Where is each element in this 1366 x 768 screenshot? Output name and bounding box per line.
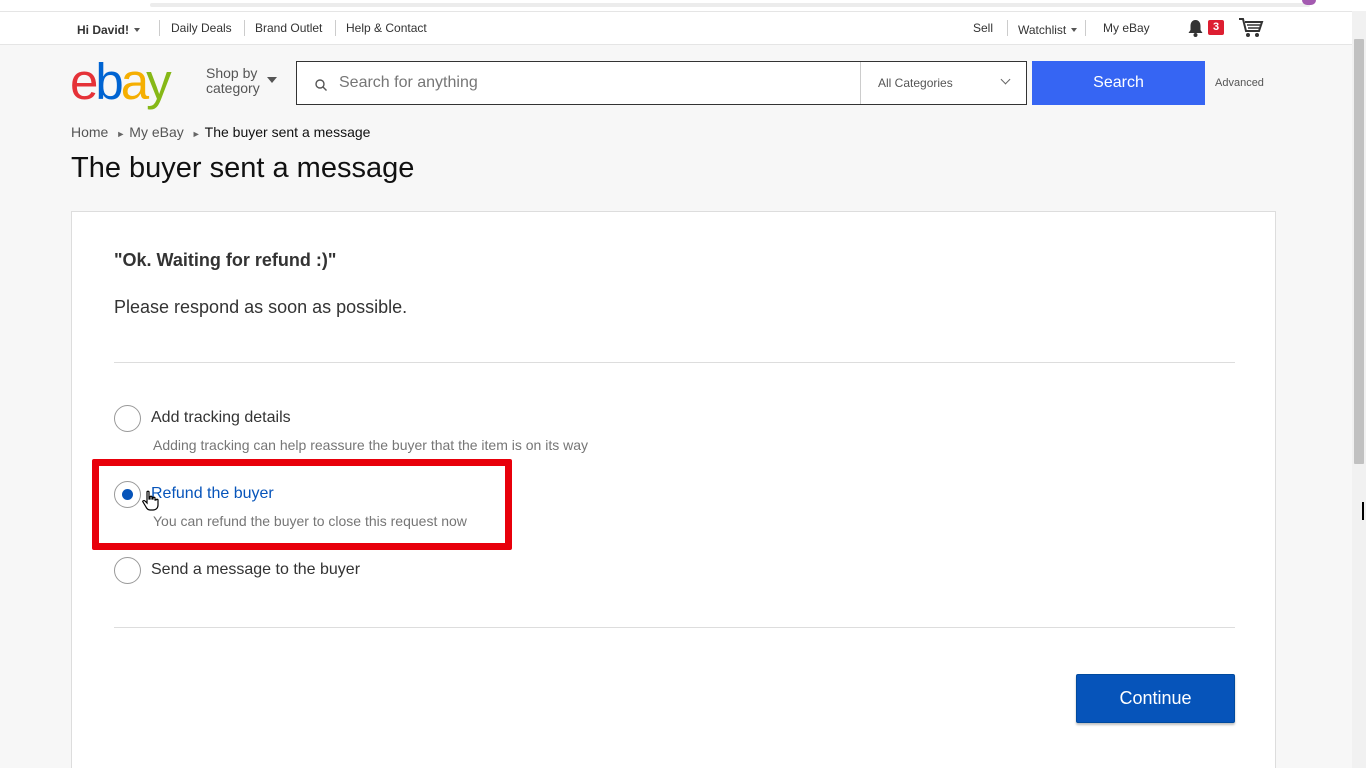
separator <box>159 20 160 36</box>
option-add-tracking[interactable]: Add tracking details Adding tracking can… <box>114 405 714 455</box>
response-card: "Ok. Waiting for refund :)" Please respo… <box>71 211 1276 768</box>
option-description: You can refund the buyer to close this r… <box>153 513 467 529</box>
radio-refund-buyer[interactable] <box>114 481 141 508</box>
my-ebay-link[interactable]: My eBay <box>1103 21 1150 35</box>
category-select-value: All Categories <box>878 76 953 90</box>
browser-address-line <box>150 3 1310 7</box>
logo-letter: b <box>95 53 123 110</box>
global-header-bar: Hi David! Daily Deals Brand Outlet Help … <box>0 11 1352 45</box>
breadcrumb-current: The buyer sent a message <box>204 124 371 140</box>
divider <box>114 627 1235 628</box>
continue-button[interactable]: Continue <box>1076 674 1235 723</box>
help-contact-link[interactable]: Help & Contact <box>346 21 427 35</box>
separator <box>244 20 245 36</box>
breadcrumb-arrow-icon: ► <box>116 129 126 139</box>
option-send-message[interactable]: Send a message to the buyer <box>114 557 714 587</box>
scrollbar-thumb[interactable] <box>1354 39 1364 464</box>
chevron-down-icon <box>1000 74 1011 85</box>
browser-top-strip <box>0 0 1366 11</box>
search-input[interactable] <box>339 62 859 104</box>
advanced-search-link[interactable]: Advanced <box>1215 77 1264 89</box>
option-label: Add tracking details <box>151 409 291 426</box>
option-description: Adding tracking can help reassure the bu… <box>153 437 589 453</box>
radio-send-message[interactable] <box>114 557 141 584</box>
separator <box>1085 20 1086 36</box>
search-bar: All Categories <box>296 61 1027 105</box>
logo-letter: a <box>120 53 149 110</box>
respond-notice: Please respond as soon as possible. <box>114 297 408 317</box>
shop-by-category-button[interactable]: Shop by category <box>206 65 277 96</box>
sell-link[interactable]: Sell <box>973 21 993 35</box>
separator <box>1007 20 1008 36</box>
option-label: Refund the buyer <box>151 485 274 502</box>
breadcrumb-home[interactable]: Home <box>71 124 108 140</box>
search-button[interactable]: Search <box>1032 61 1205 105</box>
greeting-menu[interactable]: Hi David! <box>77 21 141 39</box>
chevron-down-icon <box>134 27 141 32</box>
logo-letter: y <box>146 53 171 110</box>
separator <box>335 20 336 36</box>
shop-by-label: Shop by <box>206 65 258 81</box>
search-icon <box>315 79 327 91</box>
buyer-message-quote: "Ok. Waiting for refund :)" <box>114 250 337 270</box>
divider <box>114 362 1235 363</box>
cart-icon[interactable] <box>1238 17 1264 44</box>
category-select[interactable]: All Categories <box>860 62 1026 104</box>
category-label: category <box>206 80 260 96</box>
option-label: Send a message to the buyer <box>151 561 361 578</box>
watchlist-menu[interactable]: Watchlist <box>1018 21 1078 39</box>
breadcrumb-arrow-icon: ► <box>191 129 201 139</box>
daily-deals-link[interactable]: Daily Deals <box>171 21 232 35</box>
breadcrumb-my-ebay[interactable]: My eBay <box>129 124 183 140</box>
ebay-logo[interactable]: ebay <box>70 53 172 110</box>
logo-letter: e <box>70 53 98 110</box>
chevron-down-icon <box>1071 27 1078 32</box>
page-title: The buyer sent a message <box>71 152 415 184</box>
profile-avatar-icon[interactable] <box>1302 0 1316 5</box>
notification-badge: 3 <box>1208 20 1224 35</box>
vertical-scrollbar[interactable] <box>1352 11 1366 768</box>
radio-selected-dot <box>122 489 133 500</box>
radio-add-tracking[interactable] <box>114 405 141 432</box>
notification-bell-icon[interactable] <box>1187 19 1204 42</box>
chevron-down-icon <box>267 77 277 83</box>
brand-outlet-link[interactable]: Brand Outlet <box>255 21 322 35</box>
breadcrumb: Home ► My eBay ► The buyer sent a message <box>71 124 370 140</box>
watchlist-label: Watchlist <box>1018 23 1067 37</box>
text-cursor-icon <box>1362 502 1364 520</box>
greeting-label: Hi David! <box>77 23 130 37</box>
option-refund-buyer[interactable]: Refund the buyer You can refund the buye… <box>114 481 714 531</box>
